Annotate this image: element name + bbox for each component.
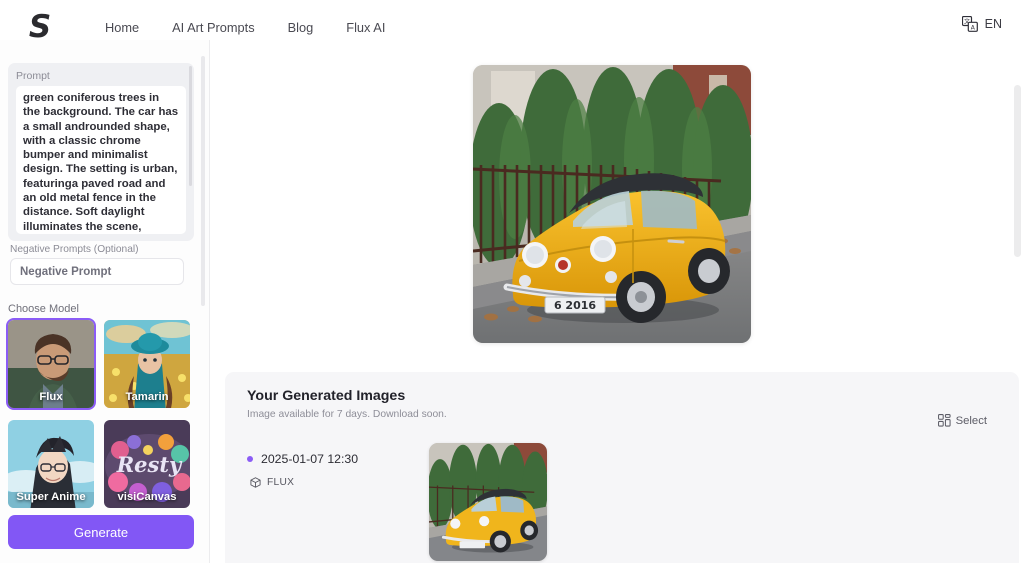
cube-icon (250, 477, 261, 488)
svg-text:Resty: Resty (116, 452, 183, 477)
result-thumbnail[interactable] (429, 443, 547, 561)
nav-item-blog[interactable]: Blog (288, 20, 314, 35)
sidebar-scrollbar[interactable] (201, 56, 205, 306)
nav-item-home[interactable]: Home (105, 20, 139, 35)
result-timestamp: 2025-01-07 12:30 (261, 452, 359, 466)
prompt-label: Prompt (16, 70, 50, 82)
status-dot-icon (247, 456, 253, 462)
site-logo[interactable]: S (26, 10, 54, 44)
results-title: Your Generated Images (247, 388, 406, 404)
translate-icon: 文 A (961, 16, 978, 32)
result-metadata: 2025-01-07 12:30 FLUX (247, 452, 407, 488)
page-scrollbar[interactable] (1014, 85, 1021, 257)
select-button[interactable]: Select (937, 414, 987, 427)
generate-button[interactable]: Generate (8, 515, 194, 549)
svg-text:6 2016: 6 2016 (554, 299, 596, 312)
negative-prompt-label: Negative Prompts (Optional) (10, 244, 139, 255)
model-name-flux: Flux (39, 391, 63, 403)
negative-prompt-input[interactable]: Negative Prompt (10, 258, 184, 285)
generated-image-preview[interactable]: 6 2016 (473, 65, 751, 343)
model-name-super-anime: Super Anime (16, 491, 86, 503)
model-card-super-anime[interactable]: Super Anime (6, 418, 96, 510)
prompt-card: Prompt green coniferous trees in the bac… (8, 63, 194, 241)
grid-layout-icon (937, 414, 951, 427)
language-label: EN (984, 17, 1002, 31)
nav-item-flux-ai[interactable]: Flux AI (346, 20, 385, 35)
result-model-row: FLUX (250, 477, 407, 488)
result-model-name: FLUX (267, 477, 295, 488)
prompt-input[interactable]: green coniferous trees in the background… (16, 86, 186, 234)
model-card-visicanvas[interactable]: Resty visiCanvas (102, 418, 192, 510)
main-navigation: Home AI Art Prompts Blog Flux AI (105, 20, 385, 35)
left-sidebar: Prompt green coniferous trees in the bac… (0, 40, 210, 563)
model-name-tamarin: Tamarin (125, 391, 169, 403)
main-content: 6 2016 Your Generated Images Image avail… (210, 40, 1024, 563)
nav-item-ai-art-prompts[interactable]: AI Art Prompts (172, 20, 255, 35)
generated-images-panel: Your Generated Images Image available fo… (225, 372, 1019, 563)
model-grid: Flux Tamarin Super Anime Resty visiCanva… (6, 318, 198, 510)
model-card-tamarin[interactable]: Tamarin (102, 318, 192, 410)
app-root: S Home AI Art Prompts Blog Flux AI 文 A E… (0, 0, 1024, 563)
select-label: Select (955, 414, 987, 427)
results-subtitle: Image available for 7 days. Download soo… (247, 409, 447, 420)
choose-model-label: Choose Model (8, 303, 79, 315)
prompt-scrollbar[interactable] (189, 66, 192, 186)
language-selector[interactable]: 文 A EN (961, 16, 1002, 32)
model-name-visicanvas: visiCanvas (117, 491, 177, 503)
model-card-flux[interactable]: Flux (6, 318, 96, 410)
result-timestamp-row: 2025-01-07 12:30 (247, 452, 407, 466)
